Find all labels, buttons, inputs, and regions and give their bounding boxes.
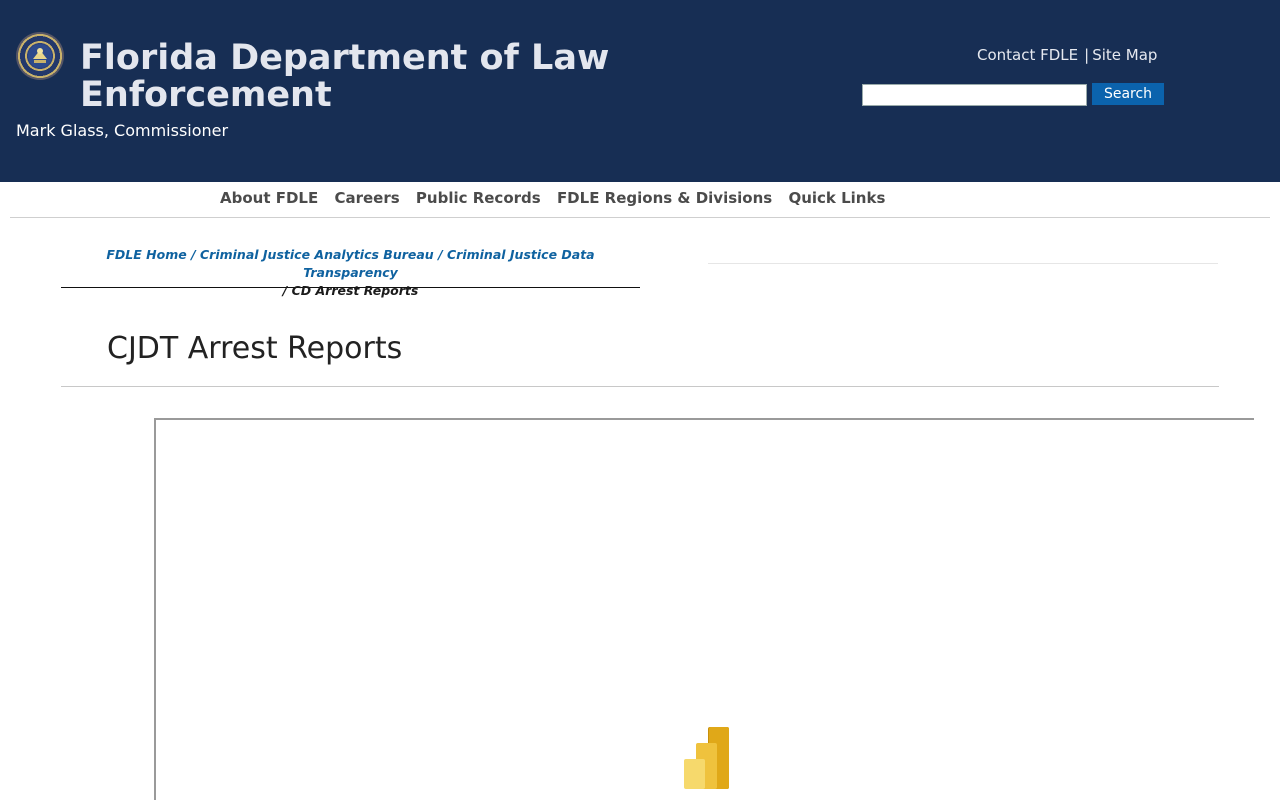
power-bi-icon	[683, 727, 731, 789]
title-divider	[61, 386, 1219, 387]
link-separator: |	[1084, 46, 1090, 64]
breadcrumb-current: CD Arrest Reports	[291, 283, 419, 298]
page-title: CJDT Arrest Reports	[107, 331, 403, 366]
breadcrumb-fdle-home[interactable]: FDLE Home	[106, 247, 186, 262]
site-header: Florida Department of Law Enforcement Ma…	[0, 0, 1280, 182]
nav-item-about[interactable]: About FDLE	[220, 189, 318, 207]
search-button[interactable]: Search	[1092, 83, 1164, 105]
nav-divider	[10, 217, 1270, 218]
breadcrumb-cjab[interactable]: Criminal Justice Analytics Bureau	[200, 247, 434, 262]
sidebar-divider	[708, 263, 1218, 264]
site-map-link[interactable]: Site Map	[1092, 46, 1157, 64]
nav-item-quick-links[interactable]: Quick Links	[788, 189, 885, 207]
breadcrumb-separator: /	[191, 247, 196, 262]
nav-item-careers[interactable]: Careers	[334, 189, 399, 207]
nav-item-regions-divisions[interactable]: FDLE Regions & Divisions	[557, 189, 772, 207]
utility-links: Contact FDLE | Site Map	[977, 46, 1157, 64]
breadcrumb-separator: /	[282, 283, 288, 298]
site-title[interactable]: Florida Department of Law Enforcement	[80, 40, 640, 114]
contact-fdle-link[interactable]: Contact FDLE	[977, 46, 1078, 64]
commissioner-subtitle: Mark Glass, Commissioner	[16, 121, 229, 140]
breadcrumb: FDLE Home / Criminal Justice Analytics B…	[61, 246, 640, 298]
nav-item-public-records[interactable]: Public Records	[416, 189, 541, 207]
fdle-seal-icon[interactable]	[16, 32, 64, 80]
search-input[interactable]	[862, 84, 1087, 106]
breadcrumb-separator: /	[438, 247, 443, 262]
main-nav: About FDLE Careers Public Records FDLE R…	[220, 189, 896, 207]
